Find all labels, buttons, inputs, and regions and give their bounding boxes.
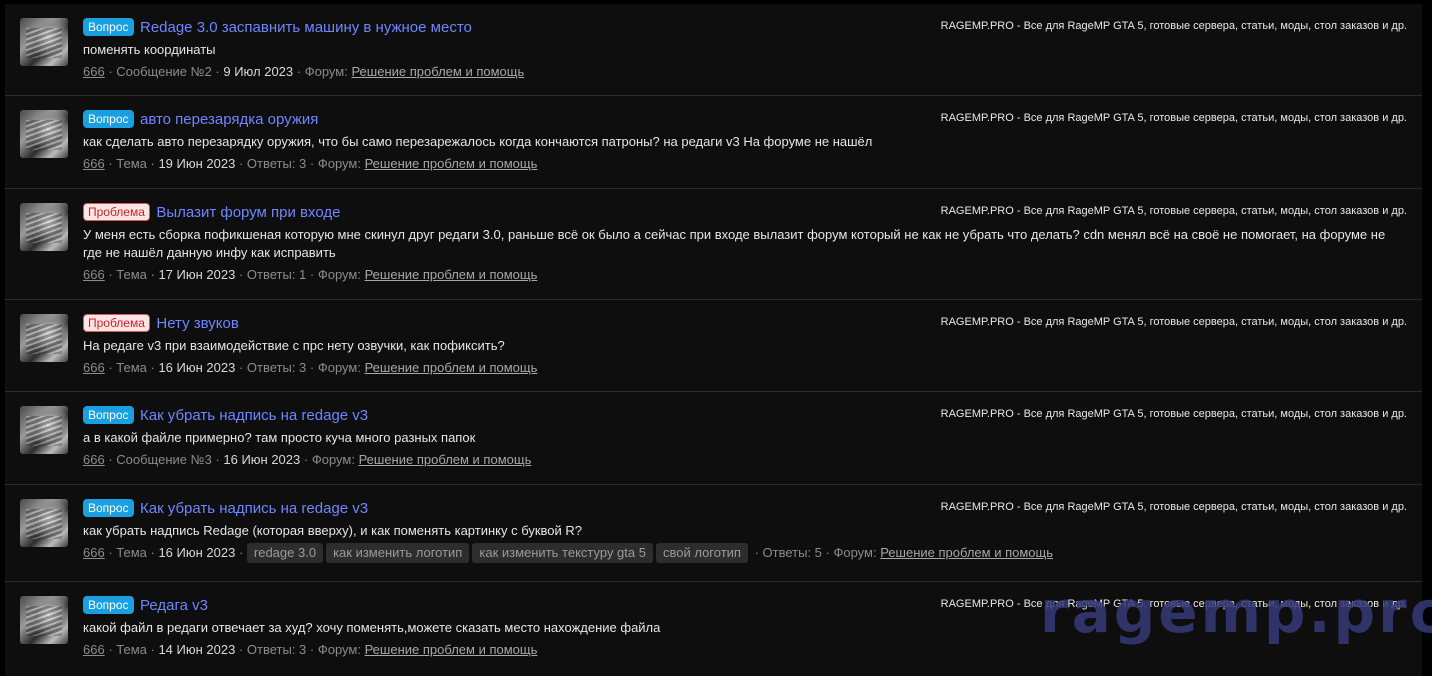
search-result: Вопрос Как убрать надпись на redage v3 R… (5, 392, 1422, 485)
watermark-logo: ragemp.pro (1040, 578, 1432, 646)
reply-count: Ответы: 3 (246, 360, 307, 375)
result-date: 9 Июл 2023 (223, 64, 294, 79)
result-title-link[interactable]: Как убрать надпись на redage v3 (140, 500, 368, 517)
avatar[interactable] (20, 499, 68, 547)
forum-link[interactable]: Решение проблем и помощь (359, 452, 532, 467)
result-date: 16 Июн 2023 (223, 452, 301, 467)
tag-chip[interactable]: как изменить текстуру gta 5 (472, 543, 653, 563)
result-kind: Тема (116, 267, 147, 282)
label-problem[interactable]: Проблема (83, 314, 150, 332)
forum-link[interactable]: Решение проблем и помощь (365, 267, 538, 282)
result-date: 17 Июн 2023 (158, 267, 236, 282)
result-title-link[interactable]: Нету звуков (156, 315, 238, 332)
result-title-link[interactable]: Redage 3.0 заспавнить машину в нужное ме… (140, 19, 472, 36)
result-content: Вопрос Redage 3.0 заспавнить машину в ну… (83, 18, 1412, 82)
tag-chip[interactable]: как изменить логотип (326, 543, 470, 563)
search-result: Вопрос Redage 3.0 заспавнить машину в ну… (5, 4, 1422, 96)
forum-link[interactable]: Решение проблем и помощь (880, 545, 1053, 560)
forum-prefix: Форум: (317, 360, 361, 375)
result-content: Проблема Вылазит форум при входе RAGEMP.… (83, 203, 1412, 285)
result-title-link[interactable]: Редага v3 (140, 597, 208, 614)
result-kind: Сообщение №3 (116, 452, 212, 467)
site-description: RAGEMP.PRO - Все для RageMP GTA 5, готов… (940, 205, 1407, 217)
search-results-list: Вопрос Redage 3.0 заспавнить машину в ну… (5, 4, 1422, 676)
result-meta: 666 · Тема · 16 Июн 2023 · redage 3.0 как… (83, 543, 1412, 563)
result-content: Вопрос Как убрать надпись на redage v3 R… (83, 406, 1412, 470)
site-description: RAGEMP.PRO - Все для RageMP GTA 5, готов… (940, 112, 1407, 124)
result-snippet[interactable]: На редаге v3 при взаимодействие с прс не… (83, 337, 1412, 355)
result-date: 16 Июн 2023 (158, 545, 236, 560)
author-link[interactable]: 666 (83, 642, 105, 657)
site-description: RAGEMP.PRO - Все для RageMP GTA 5, готов… (940, 20, 1407, 32)
result-kind: Тема (116, 642, 147, 657)
result-kind: Тема (116, 545, 147, 560)
result-snippet[interactable]: как сделать авто перезарядку оружия, что… (83, 133, 1412, 151)
search-result: Проблема Нету звуков RAGEMP.PRO - Все дл… (5, 300, 1422, 392)
site-description: RAGEMP.PRO - Все для RageMP GTA 5, готов… (940, 316, 1407, 328)
forum-prefix: Форум: (317, 267, 361, 282)
result-title-link[interactable]: авто перезарядка оружия (140, 111, 318, 128)
result-snippet[interactable]: У меня есть сборка пофикшеная которую мн… (83, 226, 1412, 262)
reply-count: Ответы: 3 (246, 156, 307, 171)
tag-chip[interactable]: свой логотип (655, 543, 748, 563)
label-question[interactable]: Вопрос (83, 499, 134, 517)
search-result: Вопрос авто перезарядка оружия RAGEMP.PR… (5, 96, 1422, 189)
label-question[interactable]: Вопрос (83, 406, 134, 424)
result-date: 19 Июн 2023 (158, 156, 236, 171)
avatar[interactable] (20, 110, 68, 158)
result-title-link[interactable]: Вылазит форум при входе (156, 204, 340, 221)
label-problem[interactable]: Проблема (83, 203, 150, 221)
forum-link[interactable]: Решение проблем и помощь (365, 360, 538, 375)
result-snippet[interactable]: поменять координаты (83, 41, 1412, 59)
forum-link[interactable]: Решение проблем и помощь (365, 642, 538, 657)
result-kind: Сообщение №2 (116, 64, 212, 79)
result-meta: 666 · Тема · 19 Июн 2023 · Ответы: 3 · Ф… (83, 156, 538, 171)
forum-prefix: Форум: (311, 452, 355, 467)
avatar[interactable] (20, 203, 68, 251)
label-question[interactable]: Вопрос (83, 110, 134, 128)
result-content: Вопрос Как убрать надпись на redage v3 R… (83, 499, 1412, 563)
author-link[interactable]: 666 (83, 360, 105, 375)
tag-chip[interactable]: redage 3.0 (246, 543, 324, 563)
result-meta: 666 · Тема · 16 Июн 2023 · Ответы: 3 · Ф… (83, 360, 538, 375)
label-question[interactable]: Вопрос (83, 596, 134, 614)
reply-count: Ответы: 3 (246, 642, 307, 657)
result-kind: Тема (116, 360, 147, 375)
author-link[interactable]: 666 (83, 545, 105, 560)
author-link[interactable]: 666 (83, 156, 105, 171)
result-title-link[interactable]: Как убрать надпись на redage v3 (140, 407, 368, 424)
forum-prefix: Форум: (317, 642, 361, 657)
result-content: Проблема Нету звуков RAGEMP.PRO - Все дл… (83, 314, 1412, 378)
forum-prefix: Форум: (317, 156, 361, 171)
forum-prefix: Форум: (304, 64, 348, 79)
result-content: Вопрос авто перезарядка оружия RAGEMP.PR… (83, 110, 1412, 174)
author-link[interactable]: 666 (83, 452, 105, 467)
site-description: RAGEMP.PRO - Все для RageMP GTA 5, готов… (940, 501, 1407, 513)
forum-link[interactable]: Решение проблем и помощь (351, 64, 524, 79)
site-description: RAGEMP.PRO - Все для RageMP GTA 5, готов… (940, 408, 1407, 420)
search-result: Проблема Вылазит форум при входе RAGEMP.… (5, 189, 1422, 300)
avatar[interactable] (20, 596, 68, 644)
avatar[interactable] (20, 314, 68, 362)
reply-count: Ответы: 5 (762, 545, 822, 560)
label-question[interactable]: Вопрос (83, 18, 134, 36)
result-meta: 666 · Сообщение №3 · 16 Июн 2023 · Форум… (83, 452, 532, 467)
result-date: 14 Июн 2023 (158, 642, 236, 657)
author-link[interactable]: 666 (83, 267, 105, 282)
result-date: 16 Июн 2023 (158, 360, 236, 375)
avatar[interactable] (20, 18, 68, 66)
result-meta: 666 · Тема · 17 Июн 2023 · Ответы: 1 · Ф… (83, 267, 538, 282)
forum-prefix: Форум: (833, 545, 877, 560)
result-meta: 666 · Сообщение №2 · 9 Июл 2023 · Форум:… (83, 64, 525, 79)
forum-link[interactable]: Решение проблем и помощь (365, 156, 538, 171)
reply-count: Ответы: 1 (246, 267, 307, 282)
result-snippet[interactable]: а в какой файле примерно? там просто куч… (83, 429, 1412, 447)
result-snippet[interactable]: как убрать надпись Redage (которая вверх… (83, 522, 1412, 540)
search-result: Вопрос Как убрать надпись на redage v3 R… (5, 485, 1422, 582)
result-kind: Тема (116, 156, 147, 171)
author-link[interactable]: 666 (83, 64, 105, 79)
avatar[interactable] (20, 406, 68, 454)
